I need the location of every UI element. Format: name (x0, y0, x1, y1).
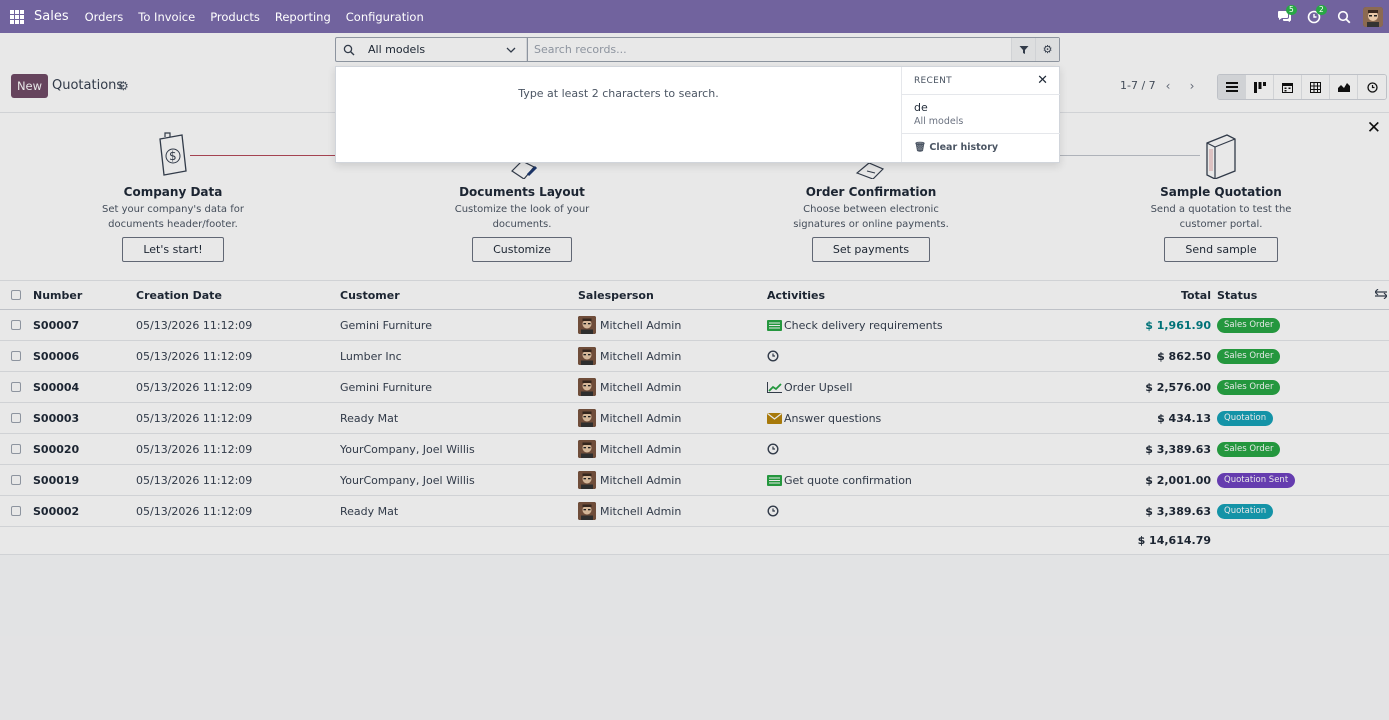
search-hint: Type at least 2 characters to search. (518, 87, 719, 100)
menu-to-invoice[interactable]: To Invoice (138, 10, 195, 24)
user-avatar[interactable] (1363, 6, 1383, 27)
messaging-button[interactable]: 5 (1269, 0, 1299, 33)
clear-history-button[interactable]: 🗑 Clear history (902, 134, 1060, 161)
recent-panel: RECENT ✕ de All models 🗑 Clear history (901, 67, 1060, 162)
menu-orders[interactable]: Orders (85, 10, 124, 24)
recent-search-item[interactable]: de All models (902, 95, 1060, 134)
app-name[interactable]: Sales (34, 9, 69, 24)
search-dropdown: Type at least 2 characters to search. RE… (335, 66, 1060, 163)
menu-reporting[interactable]: Reporting (275, 10, 331, 24)
close-icon[interactable]: ✕ (1037, 73, 1048, 88)
recent-search-model: All models (914, 116, 964, 127)
trash-icon: 🗑 (914, 142, 927, 153)
messages-badge: 5 (1286, 5, 1297, 15)
search-icon (1337, 10, 1351, 23)
apps-menu-icon[interactable] (0, 0, 34, 33)
menu-configuration[interactable]: Configuration (346, 10, 424, 24)
activities-button[interactable]: 2 (1299, 0, 1329, 33)
global-search-button[interactable] (1329, 0, 1359, 33)
activities-badge: 2 (1316, 5, 1327, 15)
menu-products[interactable]: Products (210, 10, 260, 24)
top-navbar: Sales Orders To Invoice Products Reporti… (0, 0, 1389, 33)
clear-history-label: Clear history (929, 142, 999, 153)
recent-search-term: de (914, 101, 928, 114)
